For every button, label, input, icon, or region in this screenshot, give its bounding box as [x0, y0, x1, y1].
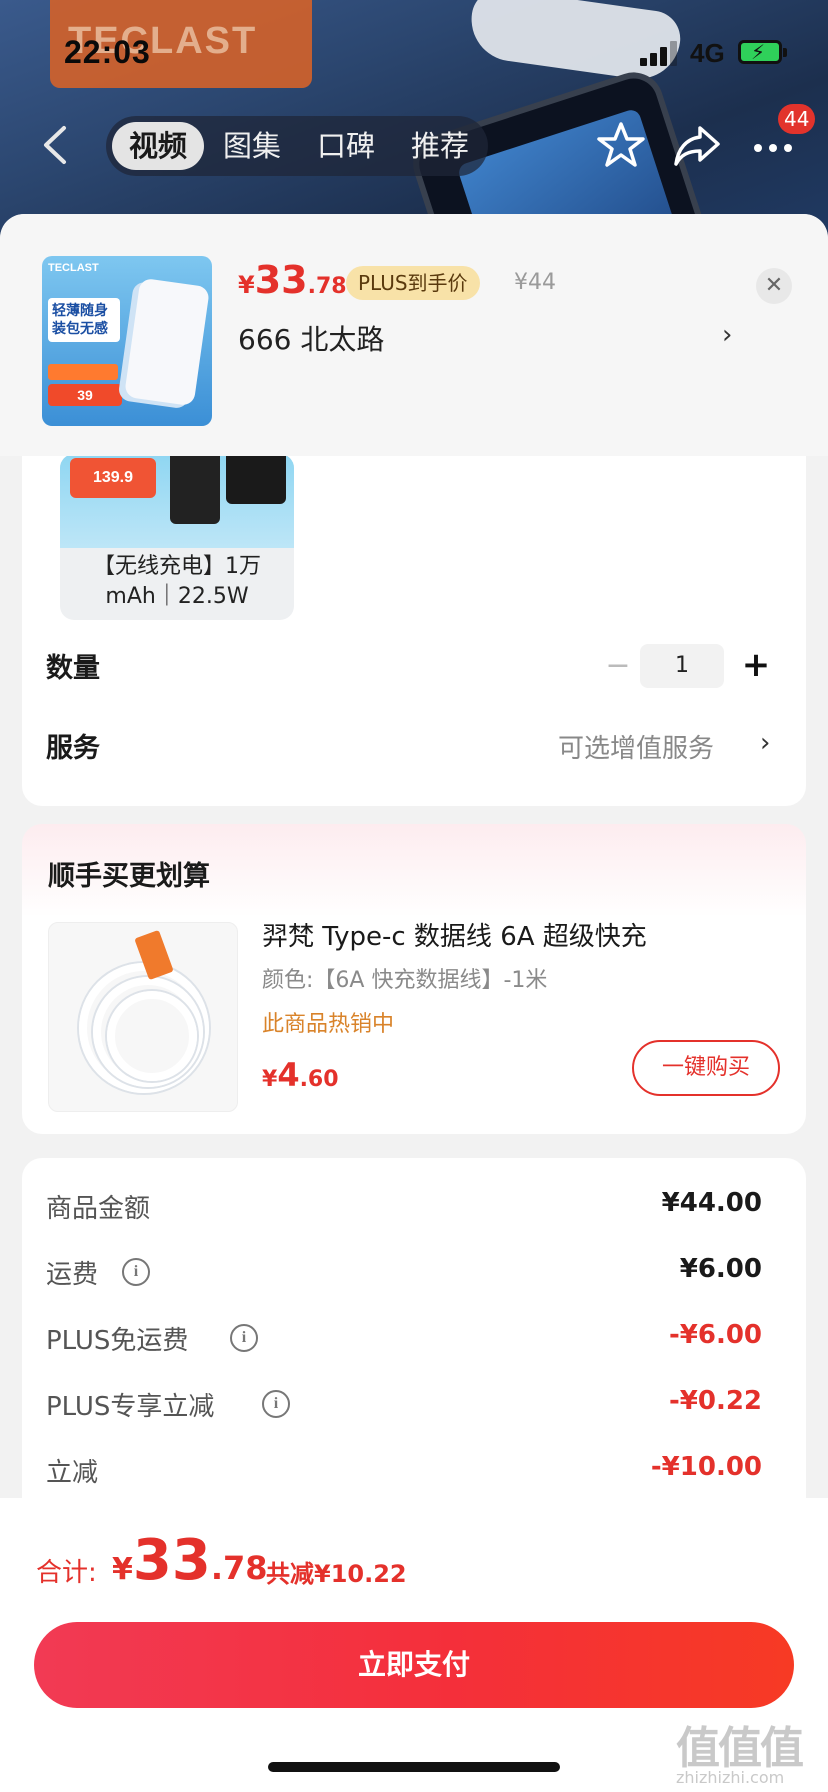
- quantity-decrease-button[interactable]: −: [600, 648, 636, 684]
- upsell-title: 顺手买更划算: [48, 861, 210, 892]
- sheet-header: TECLAST 轻薄随身 装包无感 39 ¥33.78 PLUS到手价 ¥44 …: [0, 214, 828, 456]
- variant-image: 139.9: [60, 454, 294, 548]
- original-price: ¥44: [514, 270, 556, 295]
- summary-label: 立减: [46, 1458, 99, 1488]
- summary-label: 商品金额: [46, 1194, 151, 1224]
- quantity-label: 数量: [46, 653, 100, 684]
- quantity-value[interactable]: 1: [640, 644, 724, 688]
- one-click-buy-button[interactable]: 一键购买: [632, 1040, 780, 1096]
- summary-value: -¥10.00: [650, 1452, 762, 1482]
- media-tabs: 视频 图集 口碑 推荐: [106, 116, 488, 176]
- summary-label: PLUS免运费: [46, 1326, 189, 1356]
- summary-row: 运费 i ¥6.00: [46, 1254, 762, 1294]
- summary-value: ¥6.00: [679, 1254, 762, 1284]
- status-time: 22:03: [64, 34, 151, 70]
- pay-now-button[interactable]: 立即支付: [34, 1622, 794, 1708]
- variant-price-badge: 139.9: [70, 458, 156, 498]
- tab-gallery[interactable]: 图集: [206, 122, 298, 170]
- home-indicator[interactable]: [268, 1762, 560, 1772]
- watermark: 值值值: [676, 1723, 804, 1774]
- summary-label: 运费: [46, 1260, 99, 1290]
- share-icon: [674, 126, 720, 166]
- network-type: 4G: [690, 38, 725, 68]
- thumb-tag: [48, 364, 118, 380]
- delivery-address[interactable]: 666 北太路: [238, 318, 384, 358]
- summary-value: -¥0.22: [668, 1386, 762, 1416]
- message-count-badge: 44: [778, 104, 816, 134]
- tab-reviews[interactable]: 口碑: [300, 122, 392, 170]
- thumb-slogan: 轻薄随身 装包无感: [48, 298, 120, 342]
- product-thumbnail[interactable]: TECLAST 轻薄随身 装包无感 39: [42, 256, 212, 426]
- upsell-hot-label: 此商品热销中: [262, 1012, 395, 1037]
- upsell-product-image[interactable]: [48, 922, 238, 1112]
- thumb-price: 39: [48, 384, 122, 406]
- info-icon[interactable]: i: [122, 1258, 150, 1286]
- quantity-increase-button[interactable]: +: [738, 646, 774, 684]
- checkout-bar: 合计: ¥33.78 共减¥10.22 立即支付 值值值 zhizhizhi.c…: [0, 1498, 828, 1792]
- favorite-button[interactable]: [594, 118, 648, 172]
- signal-icon: [640, 40, 680, 66]
- summary-value: -¥6.00: [668, 1320, 762, 1350]
- battery-icon: ⚡: [738, 40, 787, 64]
- close-button[interactable]: ✕: [756, 268, 792, 304]
- device-graphic: [226, 454, 286, 504]
- total-label: 合计:: [36, 1558, 97, 1588]
- summary-label: PLUS专享立减: [46, 1392, 215, 1422]
- summary-row: 立减 -¥10.00: [46, 1452, 762, 1492]
- cable-graphic: [107, 991, 197, 1081]
- status-bar: 22:03 4G ⚡: [0, 0, 828, 100]
- tab-video[interactable]: 视频: [112, 122, 204, 170]
- summary-value: ¥44.00: [661, 1188, 762, 1218]
- info-icon[interactable]: i: [262, 1390, 290, 1418]
- summary-row: PLUS专享立减 i -¥0.22: [46, 1386, 762, 1426]
- chevron-right-icon[interactable]: ›: [722, 320, 732, 350]
- share-button[interactable]: [670, 118, 724, 172]
- variant-label: 【无线充电】1万mAh｜22.5W: [93, 554, 261, 609]
- device-graphic: [170, 454, 220, 524]
- upsell-product-name[interactable]: 羿梵 Type-c 数据线 6A 超级快充: [262, 916, 647, 953]
- watermark-url: zhizhizhi.com: [676, 1768, 785, 1787]
- service-value[interactable]: 可选增值服务: [558, 728, 714, 765]
- star-icon: [597, 122, 645, 167]
- service-label: 服务: [46, 733, 100, 764]
- upsell-card: 顺手买更划算 羿梵 Type-c 数据线 6A 超级快充 颜色:【6A 快充数据…: [22, 824, 806, 1134]
- header-price: ¥33.78: [238, 258, 347, 302]
- close-icon: ✕: [764, 273, 784, 298]
- power-bank-graphic: [123, 277, 211, 407]
- total-price: ¥33.78: [112, 1528, 268, 1593]
- chevron-right-icon[interactable]: ›: [760, 728, 770, 758]
- thumb-brand: TECLAST: [48, 262, 99, 274]
- upsell-price: ¥4.60: [262, 1056, 339, 1094]
- summary-row: 商品金额 ¥44.00: [46, 1188, 762, 1228]
- back-button[interactable]: [34, 120, 80, 170]
- total-saved: 共减¥10.22: [266, 1560, 407, 1588]
- upsell-product-spec: 颜色:【6A 快充数据线】-1米: [262, 968, 548, 993]
- chevron-left-icon: [44, 126, 66, 164]
- summary-row: PLUS免运费 i -¥6.00: [46, 1320, 762, 1360]
- info-icon[interactable]: i: [230, 1324, 258, 1352]
- plus-price-tag: PLUS到手价: [346, 266, 480, 300]
- variant-option[interactable]: 139.9 【无线充电】1万mAh｜22.5W: [60, 454, 294, 620]
- nav-bar: 视频 图集 口碑 推荐 44: [0, 104, 828, 180]
- tab-recommend[interactable]: 推荐: [394, 122, 486, 170]
